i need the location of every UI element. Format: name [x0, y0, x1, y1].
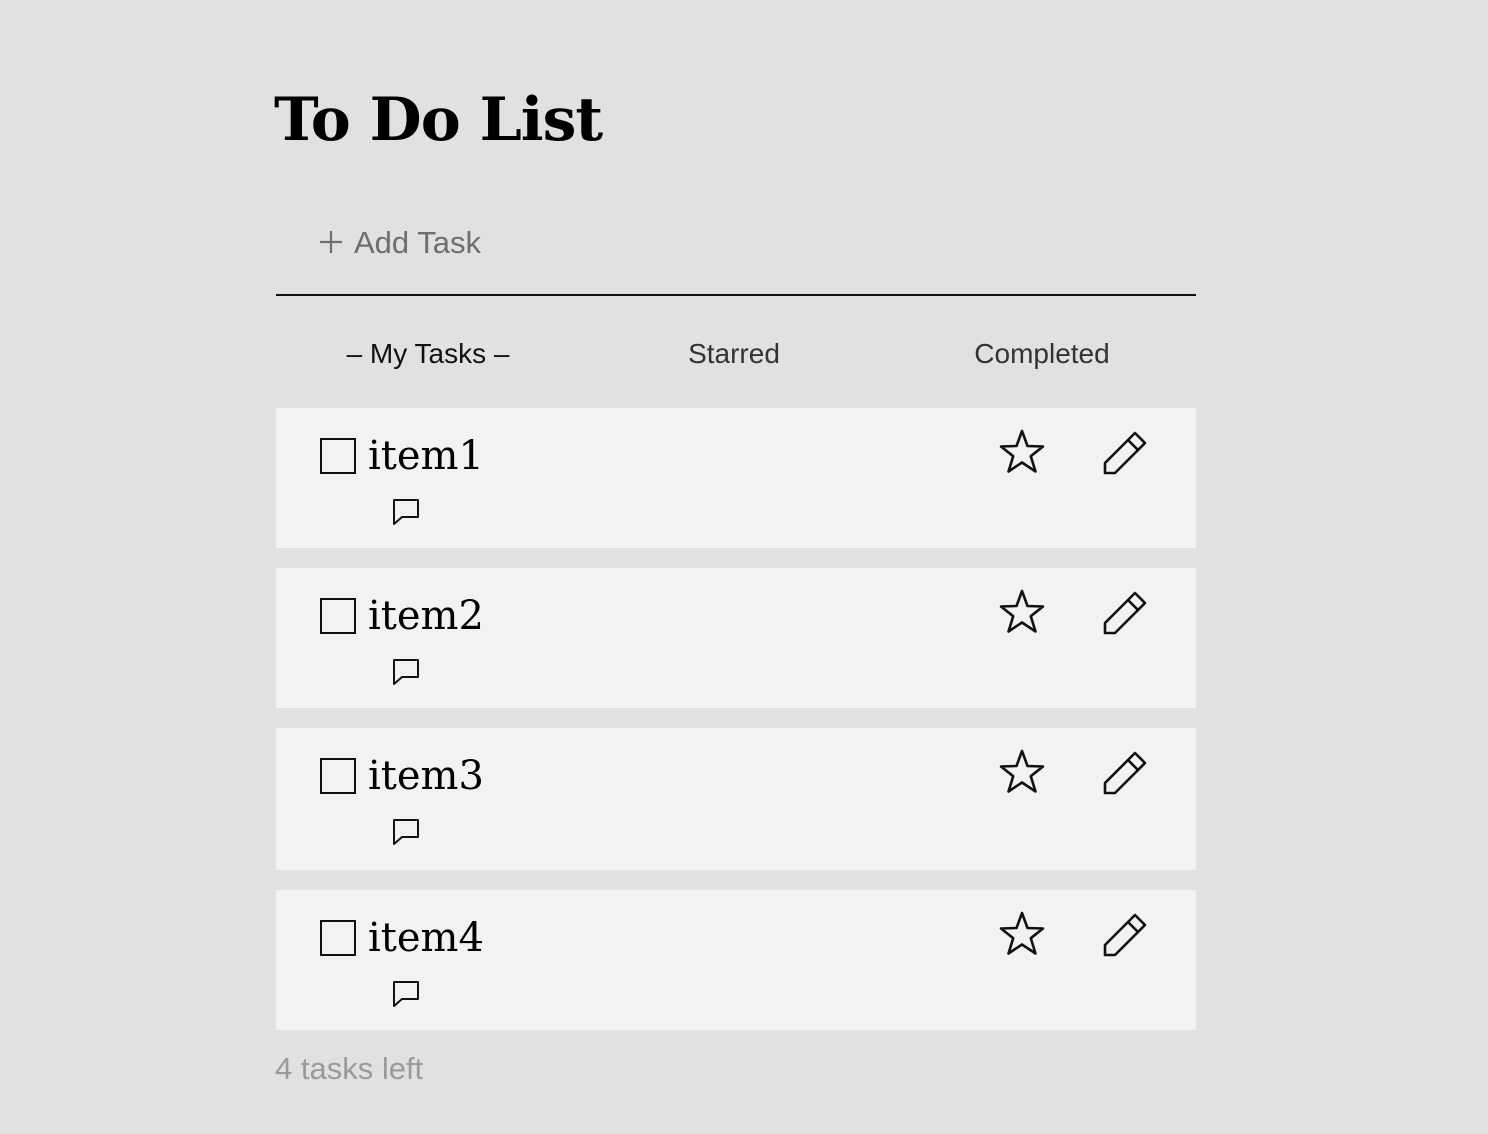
task-item: item3: [276, 728, 1196, 870]
comment-icon[interactable]: [391, 817, 421, 847]
add-task-input[interactable]: [354, 222, 954, 264]
task-checkbox[interactable]: [320, 438, 356, 474]
star-icon[interactable]: [998, 428, 1046, 476]
task-checkbox[interactable]: [320, 598, 356, 634]
comment-icon[interactable]: [391, 979, 421, 1009]
star-icon[interactable]: [998, 588, 1046, 636]
star-icon[interactable]: [998, 748, 1046, 796]
tab-my-tasks[interactable]: – My Tasks –: [328, 330, 528, 378]
page-title: To Do List: [274, 85, 603, 155]
edit-icon[interactable]: [1102, 590, 1148, 636]
tasks-left-count: 4 tasks left: [275, 1051, 424, 1086]
task-item: item2: [276, 568, 1196, 708]
task-name: item1: [368, 433, 484, 479]
tab-completed[interactable]: Completed: [952, 330, 1132, 378]
edit-icon[interactable]: [1102, 750, 1148, 796]
task-item: item4: [276, 890, 1196, 1030]
task-tabs: – My Tasks – Starred Completed: [276, 330, 1196, 378]
tab-starred[interactable]: Starred: [659, 330, 809, 378]
star-icon[interactable]: [998, 910, 1046, 958]
comment-icon[interactable]: [391, 497, 421, 527]
task-checkbox[interactable]: [320, 758, 356, 794]
task-item: item1: [276, 408, 1196, 548]
task-checkbox[interactable]: [320, 920, 356, 956]
add-task-field[interactable]: [276, 206, 1196, 296]
comment-icon[interactable]: [391, 657, 421, 687]
task-name: item2: [368, 593, 484, 639]
task-name: item4: [368, 915, 484, 961]
edit-icon[interactable]: [1102, 912, 1148, 958]
plus-icon: [320, 231, 342, 253]
edit-icon[interactable]: [1102, 430, 1148, 476]
task-name: item3: [368, 753, 484, 799]
